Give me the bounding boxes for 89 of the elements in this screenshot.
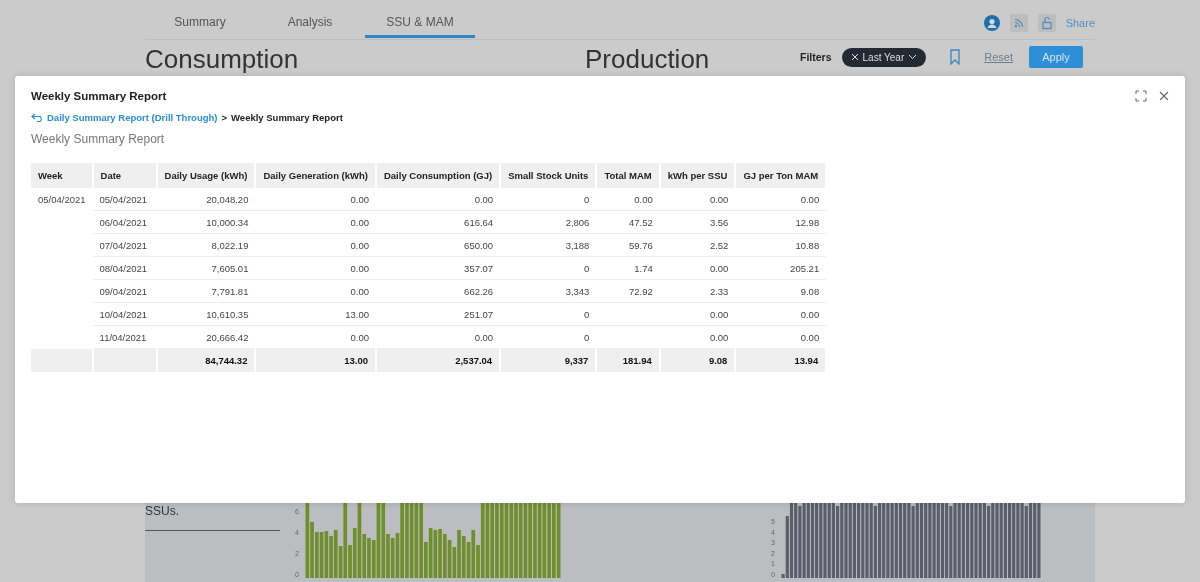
table-cell: 9.08 <box>735 279 827 303</box>
table-cell: 0 <box>500 325 597 349</box>
table-cell: 3,343 <box>500 279 597 303</box>
column-header: Small Stock Units <box>500 163 597 188</box>
table-cell: 10,610.35 <box>156 302 256 326</box>
table-cell: 47.52 <box>596 210 660 234</box>
table-cell: 2.33 <box>659 279 736 303</box>
table-cell: 20,048.20 <box>156 188 256 211</box>
close-icon[interactable] <box>1159 91 1169 101</box>
table-cell: 0 <box>500 302 597 326</box>
tab[interactable]: Summary <box>145 8 255 38</box>
column-header: GJ per Ton MAM <box>735 163 827 188</box>
table-cell: 05/04/2021 <box>31 188 93 211</box>
table-cell: 0 <box>500 256 597 280</box>
breadcrumb-current: Weekly Summary Report <box>231 112 343 123</box>
dialog-title: Weekly Summary Report <box>31 90 167 102</box>
table-cell: 7,791.81 <box>156 279 256 303</box>
table-cell: 8,022.19 <box>156 233 256 257</box>
table-cell: 72.92 <box>596 279 660 303</box>
table-cell: 05/04/2021 <box>92 188 157 211</box>
table-cell: 7,605.01 <box>156 256 256 280</box>
table-cell: 07/04/2021 <box>92 233 157 257</box>
table-cell: 0.00 <box>596 188 660 211</box>
lock-icon[interactable] <box>1037 14 1056 32</box>
report-subtitle: Weekly Summary Report <box>31 132 166 146</box>
table-cell: 0.00 <box>255 210 376 234</box>
table-cell: 0.00 <box>659 302 736 326</box>
table-cell: 0.00 <box>255 188 376 211</box>
table-cell: 0.00 <box>255 256 376 280</box>
table-cell: 205.21 <box>735 256 827 280</box>
table-cell: 0.00 <box>375 325 501 349</box>
back-arrow-icon[interactable] <box>31 113 44 122</box>
table-cell: 3,188 <box>500 233 597 257</box>
table-cell: 0.00 <box>735 302 827 326</box>
table-cell: 0.00 <box>659 188 736 211</box>
section-heading: Production <box>585 44 711 74</box>
apply-button[interactable]: Apply <box>1029 46 1083 68</box>
table-cell: 06/04/2021 <box>92 210 157 234</box>
rss-icon[interactable] <box>1009 14 1028 32</box>
table-cell: 20,666.42 <box>156 325 256 349</box>
filters-label: Filters <box>800 51 832 63</box>
table-cell: 09/04/2021 <box>92 279 157 303</box>
table-cell: 1.74 <box>596 256 660 280</box>
column-header: Daily Generation (kWh) <box>255 163 376 188</box>
table-cell: 662.26 <box>375 279 501 303</box>
table-cell: 0.00 <box>659 256 736 280</box>
total-cell: 13.00 <box>255 348 376 372</box>
user-icon[interactable] <box>983 15 1000 31</box>
tab[interactable]: Analysis <box>255 8 365 38</box>
table-cell: 650.00 <box>375 233 501 257</box>
bookmark-icon[interactable] <box>950 49 961 65</box>
table-cell: 59.76 <box>596 233 660 257</box>
expand-icon[interactable] <box>1135 90 1147 102</box>
filter-chip[interactable]: Last Year <box>841 47 927 67</box>
table-cell: 10,000.34 <box>156 210 256 234</box>
table-cell: 10.88 <box>735 233 827 257</box>
table-cell: 0.00 <box>735 325 827 349</box>
column-header: Daily Consumption (GJ) <box>375 163 501 188</box>
table-cell: 2,806 <box>500 210 597 234</box>
column-header: Date <box>92 163 157 188</box>
table-cell: 2.52 <box>659 233 736 257</box>
table-cell: 0.00 <box>659 325 736 349</box>
caret-icon[interactable] <box>908 54 918 60</box>
total-cell: 2,537.04 <box>375 348 501 372</box>
breadcrumb-link[interactable]: Daily Summary Report (Drill Through) <box>31 112 218 123</box>
table-cell: 10/04/2021 <box>92 302 157 326</box>
table-cell: 11/04/2021 <box>92 325 157 349</box>
table-cell: 357.07 <box>375 256 501 280</box>
section-heading: Consumption <box>145 44 300 74</box>
column-header: Week <box>31 163 93 188</box>
table-cell: 12.98 <box>735 210 827 234</box>
table-cell: 0.00 <box>255 325 376 349</box>
table-cell: 0.00 <box>255 233 376 257</box>
column-header: Daily Usage (kWh) <box>156 163 256 188</box>
table-cell: 0 <box>500 188 597 211</box>
table-cell: 13.00 <box>255 302 376 326</box>
panel-text: SSUs. <box>145 504 180 518</box>
table-cell: 0.00 <box>255 279 376 303</box>
table-cell: 0.00 <box>375 188 501 211</box>
tab[interactable]: SSU & MAM <box>365 8 475 38</box>
table-cell: 08/04/2021 <box>92 256 157 280</box>
table-cell: 3.56 <box>659 210 736 234</box>
table-cell: 251.07 <box>375 302 501 326</box>
table-cell: 0.00 <box>735 188 827 211</box>
reset-link[interactable]: Reset <box>984 51 1013 63</box>
table-cell: 616.64 <box>375 210 501 234</box>
breadcrumb-separator: > <box>221 112 228 123</box>
column-header: kWh per SSU <box>659 163 736 188</box>
column-header: Total MAM <box>596 163 660 188</box>
